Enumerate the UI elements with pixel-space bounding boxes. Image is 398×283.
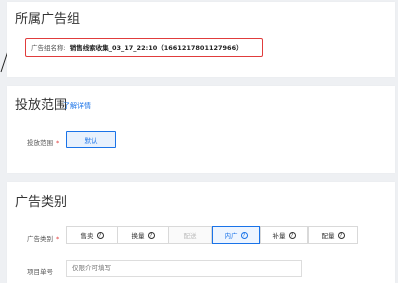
category-option-internal[interactable]: 内广? — [212, 226, 260, 244]
category-option-allocation[interactable]: 配量? — [308, 226, 358, 244]
category-option-label: 补量 — [272, 232, 286, 240]
scope-card: 投放范围 了解详情 投放范围 * 默认 — [7, 86, 395, 173]
category-option-label: 配量 — [321, 232, 335, 240]
scope-section-title: 投放范围 — [15, 98, 68, 113]
category-option-label: 内广 — [224, 232, 238, 240]
category-option-exchange[interactable]: 换量? — [117, 226, 169, 244]
help-icon[interactable]: ? — [147, 231, 155, 239]
scope-label-text: 投放范围 — [27, 139, 53, 147]
ad-group-name-value: 销售线索收集_03_17_22:10（1661217801127966） — [69, 44, 243, 52]
category-option-label: 售卖 — [80, 232, 94, 240]
item-number-label: 项目单号 — [27, 268, 53, 276]
help-icon[interactable]: ? — [240, 231, 248, 239]
category-option-supplement[interactable]: 补量? — [260, 226, 308, 244]
help-icon[interactable]: ? — [288, 231, 296, 239]
scope-field-label: 投放范围 * — [27, 137, 59, 147]
category-label-text: 广告类别 — [27, 235, 53, 243]
ad-group-name-row: 广告组名称: 销售线索收集_03_17_22:10（166121780112796… — [31, 44, 243, 52]
item-number-input[interactable] — [66, 260, 302, 277]
help-icon[interactable]: ? — [96, 231, 104, 239]
learn-more-link[interactable]: 了解详情 — [63, 101, 91, 111]
category-section-title: 广告类别 — [15, 195, 68, 210]
scope-default-option[interactable]: 默认 — [66, 131, 116, 148]
required-mark: * — [56, 235, 60, 243]
category-card: 广告类别 广告类别 * 售卖? 换量? 配送 内广? 补量? 配量? 项目单号 — [7, 182, 395, 283]
category-field-label: 广告类别 * — [27, 233, 59, 243]
ad-group-name-label: 广告组名称: — [31, 44, 66, 52]
category-option-label: 换量 — [131, 232, 145, 240]
category-option-sale[interactable]: 售卖? — [66, 226, 118, 244]
category-option-label: 配送 — [183, 232, 197, 240]
help-icon[interactable]: ? — [337, 231, 345, 239]
ad-group-card: 所属广告组 广告组名称: 销售线索收集_03_17_22:10（166121780… — [7, 2, 395, 77]
category-option-delivery: 配送 — [168, 226, 212, 244]
required-mark: * — [56, 139, 60, 147]
ad-creation-page: 所属广告组 广告组名称: 销售线索收集_03_17_22:10（166121780… — [0, 0, 398, 283]
ad-group-section-title: 所属广告组 — [15, 12, 81, 27]
